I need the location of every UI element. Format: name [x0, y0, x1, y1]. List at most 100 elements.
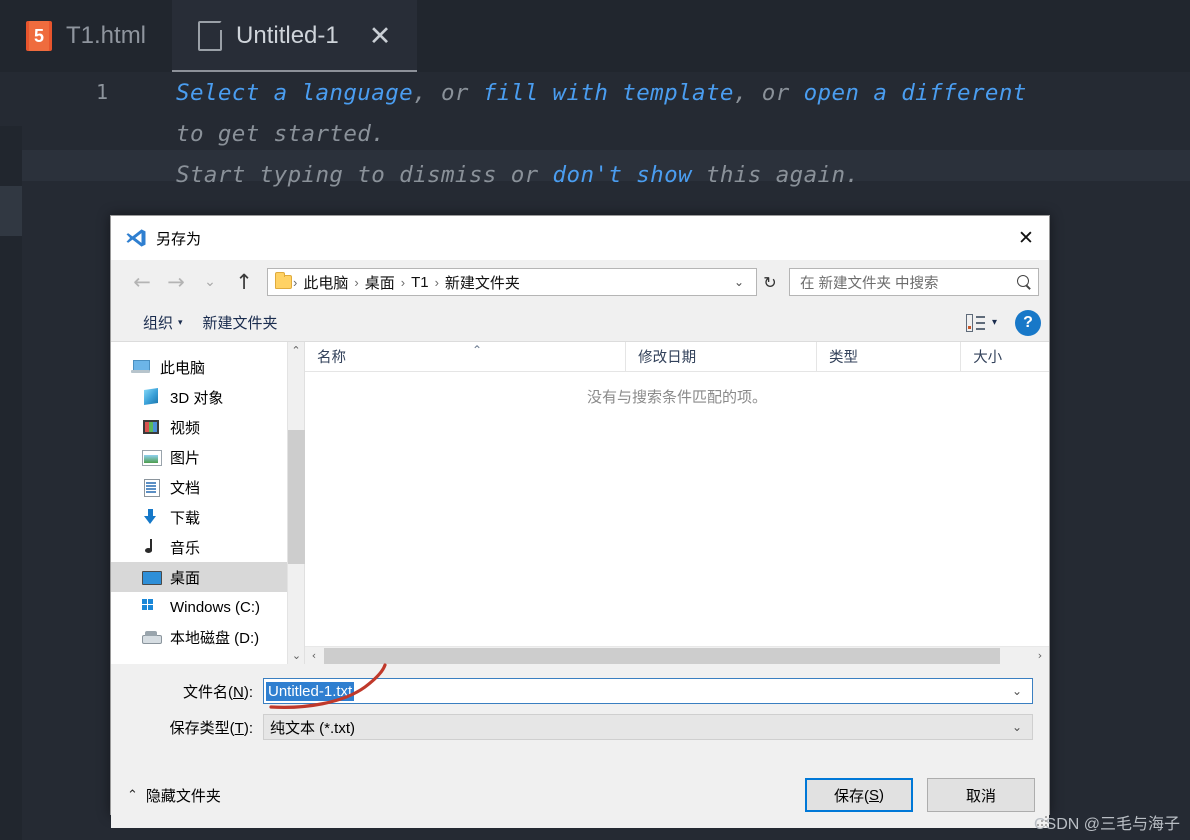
code-segment: , or [413, 80, 483, 106]
filetype-label: 保存类型(T): [169, 719, 253, 737]
cancel-button[interactable]: 取消 [927, 778, 1035, 812]
breadcrumb-new-folder[interactable]: 新建文件夹 [440, 270, 525, 295]
tree-item-downloads[interactable]: 下载 [111, 502, 287, 532]
dialog-body: 此电脑 3D 对象 视频 图片 文档 下载 音乐 桌面 Windows (C:)… [111, 342, 1049, 664]
filename-input[interactable]: Untitled-1.txt ⌄ [263, 678, 1033, 704]
dialog-footer: ⌃ 隐藏文件夹 保存(S) 取消 [111, 762, 1049, 828]
tree-item-music[interactable]: 音乐 [111, 532, 287, 562]
dialog-toolbar: 组织 ▾ 新建文件夹 ▾ ? [111, 304, 1049, 342]
watermark: CSDN @三毛与海子 [1033, 816, 1180, 833]
scroll-down-icon[interactable]: ⌄ [288, 647, 305, 664]
search-icon[interactable] [1017, 274, 1032, 290]
search-placeholder: 在 新建文件夹 中搜索 [800, 275, 939, 292]
forward-button[interactable]: → [159, 267, 193, 297]
address-bar[interactable]: › 此电脑 › 桌面 › T1 › 新建文件夹 ⌄ [267, 268, 757, 296]
breadcrumb-desktop[interactable]: 桌面 [360, 270, 400, 295]
file-list-pane[interactable]: 名称 修改日期 类型 大小 ⌃ 没有与搜索条件匹配的项。 ‹ › [305, 342, 1049, 664]
filetype-row: 保存类型(T): 纯文本 (*.txt) ⌄ [111, 714, 1049, 740]
disk-drive-icon [141, 628, 162, 646]
new-folder-button[interactable]: 新建文件夹 [193, 308, 288, 337]
scrollbar-thumb[interactable] [324, 647, 1000, 664]
folder-icon [275, 272, 292, 289]
code-segment: open a different [803, 80, 1027, 106]
vscode-icon [125, 227, 147, 249]
chevron-up-icon: ⌃ [127, 787, 138, 803]
tab-label: T1.html [66, 22, 147, 49]
filename-label: 文件名(N): [182, 683, 253, 701]
scrollbar-thumb[interactable] [288, 430, 305, 564]
strip-segment [0, 186, 22, 236]
tree-item-3d-objects[interactable]: 3D 对象 [111, 382, 287, 412]
tree-item-label: 本地磁盘 (D:) [170, 629, 260, 647]
chevron-down-icon[interactable]: ⌄ [1004, 720, 1030, 734]
tree-item-label: 此电脑 [160, 359, 206, 377]
tree-item-documents[interactable]: 文档 [111, 472, 287, 502]
sort-ascending-icon: ⌃ [472, 343, 483, 357]
tree-vertical-scrollbar[interactable]: ⌃ ⌄ [287, 342, 305, 664]
toolbar-right-group: ▾ ? [965, 309, 1041, 336]
tree-item-label: 3D 对象 [170, 389, 224, 407]
vscode-window: 5 T1.html Untitled-1 ✕ 1 Select a langua… [0, 0, 1190, 840]
code-segment: Start typing to dismiss or [176, 162, 553, 188]
code-segment: Select a language [176, 80, 414, 106]
column-header-date-modified[interactable]: 修改日期 [626, 342, 817, 372]
scroll-up-icon[interactable]: ⌃ [288, 342, 304, 359]
view-icon-line [975, 327, 985, 330]
chevron-down-icon[interactable]: ⌄ [726, 275, 752, 289]
filetype-value: 纯文本 (*.txt) [270, 719, 355, 737]
column-header-name[interactable]: 名称 [305, 342, 627, 372]
code-segment: to get started. [176, 121, 386, 147]
tree-item-local-disk-d[interactable]: 本地磁盘 (D:) [111, 622, 287, 652]
breadcrumb-this-pc[interactable]: 此电脑 [298, 270, 353, 295]
music-icon [141, 538, 161, 556]
tree-item-this-pc[interactable]: 此电脑 [111, 352, 287, 382]
help-button[interactable]: ? [1015, 309, 1041, 336]
scroll-right-icon[interactable]: › [1031, 649, 1049, 662]
column-header-size[interactable]: 大小 [961, 342, 1049, 372]
dialog-title-bar[interactable]: 另存为 ✕ [111, 216, 1049, 260]
tree-item-label: 桌面 [170, 569, 201, 587]
tree-item-desktop[interactable]: 桌面 [111, 562, 287, 592]
view-layout-icon[interactable] [965, 313, 986, 332]
strip-segment [0, 126, 22, 186]
tree-item-videos[interactable]: 视频 [111, 412, 287, 442]
windows-drive-icon [141, 598, 161, 616]
tab-untitled-1[interactable]: Untitled-1 ✕ [172, 0, 418, 72]
tree-item-label: 下载 [170, 509, 201, 527]
chevron-down-icon[interactable]: ▾ [988, 317, 1005, 328]
navigation-tree[interactable]: 此电脑 3D 对象 视频 图片 文档 下载 音乐 桌面 Windows (C:)… [111, 342, 287, 664]
pc-icon [131, 358, 151, 376]
recent-locations-button[interactable]: ⌄ [193, 267, 227, 297]
save-as-dialog: 另存为 ✕ ← → ⌄ ↑ › 此电脑 › 桌面 › T1 › 新建文件夹 ⌄ … [110, 215, 1050, 828]
close-icon[interactable]: ✕ [369, 22, 392, 50]
chevron-down-icon[interactable]: ⌄ [1004, 684, 1030, 698]
filetype-select[interactable]: 纯文本 (*.txt) ⌄ [263, 714, 1033, 740]
column-header-type[interactable]: 类型 [817, 342, 962, 372]
back-button[interactable]: ← [125, 267, 159, 297]
videos-icon [141, 418, 161, 436]
activity-strip [0, 72, 22, 840]
refresh-icon[interactable]: ↻ [757, 268, 783, 296]
tree-item-label: 图片 [170, 449, 201, 467]
file-list-horizontal-scrollbar[interactable]: ‹ › [305, 646, 1049, 664]
search-input[interactable]: 在 新建文件夹 中搜索 [789, 268, 1039, 296]
plain-file-icon [198, 21, 223, 51]
empty-list-message: 没有与搜索条件匹配的项。 [586, 389, 767, 406]
tree-item-label: 音乐 [170, 539, 201, 557]
html5-icon: 5 [26, 21, 52, 51]
tree-item-pictures[interactable]: 图片 [111, 442, 287, 472]
tab-t1-html[interactable]: 5 T1.html [0, 0, 173, 72]
breadcrumb-t1[interactable]: T1 [406, 272, 434, 293]
scroll-left-icon[interactable]: ‹ [305, 649, 323, 662]
chevron-down-icon: ▾ [178, 317, 183, 327]
close-icon[interactable]: ✕ [1003, 216, 1049, 260]
organize-button[interactable]: 组织 ▾ [133, 308, 193, 337]
save-button[interactable]: 保存(S) [805, 778, 913, 812]
up-button[interactable]: ↑ [227, 267, 261, 297]
code-segment: fill with template [482, 80, 734, 106]
filename-value: Untitled-1.txt [266, 681, 355, 701]
tree-item-windows-c[interactable]: Windows (C:) [111, 592, 287, 622]
hide-folders-toggle[interactable]: ⌃ 隐藏文件夹 [127, 785, 221, 806]
code-segment: don't show [552, 162, 693, 188]
organize-label: 组织 [143, 315, 174, 332]
